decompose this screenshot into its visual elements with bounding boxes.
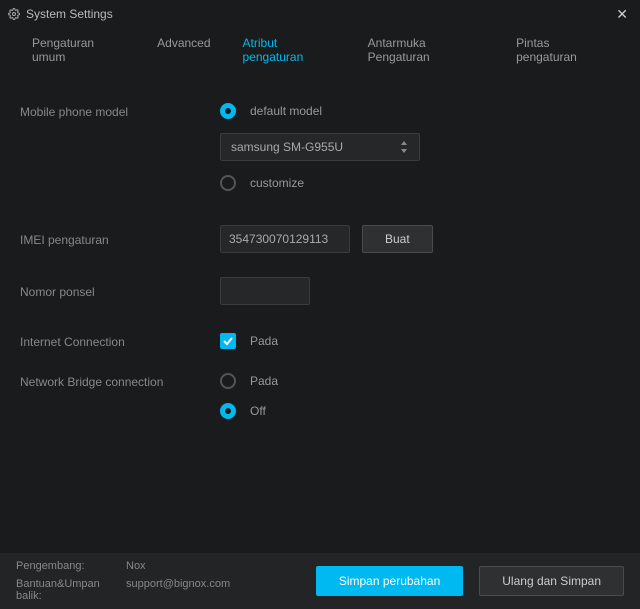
content-area: Mobile phone model default model samsung… [0,75,640,419]
footer-support-val: support@bignox.com [126,578,276,602]
label-internet: Internet Connection [20,333,220,349]
button-save[interactable]: Simpan perubahan [316,566,463,596]
tab-attributes[interactable]: Atribut pengaturan [227,28,352,74]
titlebar: System Settings ✕ [0,0,640,28]
label-phone-number: Nomor ponsel [20,283,220,299]
footer-developer-val: Nox [126,560,276,572]
radio-bridge-on[interactable] [220,373,236,389]
footer-support-key: Bantuan&Umpan balik: [16,578,126,602]
radio-bridge-off[interactable] [220,403,236,419]
close-button[interactable]: ✕ [612,6,632,23]
select-device-value: samsung SM-G955U [231,140,399,154]
footer: Pengembang: Nox Bantuan&Umpan balik: sup… [0,553,640,609]
radio-customize-label: customize [250,176,304,190]
button-generate-imei[interactable]: Buat [362,225,433,253]
radio-default-model[interactable] [220,103,236,119]
checkbox-internet[interactable] [220,333,236,349]
gear-icon [8,8,20,20]
radio-bridge-on-label: Pada [250,374,278,388]
tab-bar: Pengaturan umum Advanced Atribut pengatu… [0,28,640,75]
tab-general[interactable]: Pengaturan umum [16,28,141,74]
window-title: System Settings [26,7,612,21]
tab-advanced[interactable]: Advanced [141,28,226,74]
chevron-updown-icon [399,141,409,153]
select-device-model[interactable]: samsung SM-G955U [220,133,420,161]
input-phone-number[interactable] [220,277,310,305]
checkbox-internet-label: Pada [250,334,278,348]
label-bridge: Network Bridge connection [20,373,220,389]
radio-bridge-off-label: Off [250,404,266,418]
label-imei: IMEI pengaturan [20,231,220,247]
radio-customize-model[interactable] [220,175,236,191]
label-phone-model: Mobile phone model [20,103,220,119]
footer-developer-key: Pengembang: [16,560,126,572]
button-restart-save[interactable]: Ulang dan Simpan [479,566,624,596]
tab-shortcuts[interactable]: Pintas pengaturan [500,28,624,74]
tab-interface[interactable]: Antarmuka Pengaturan [352,28,500,74]
input-imei[interactable] [220,225,350,253]
radio-default-model-label: default model [250,104,322,118]
